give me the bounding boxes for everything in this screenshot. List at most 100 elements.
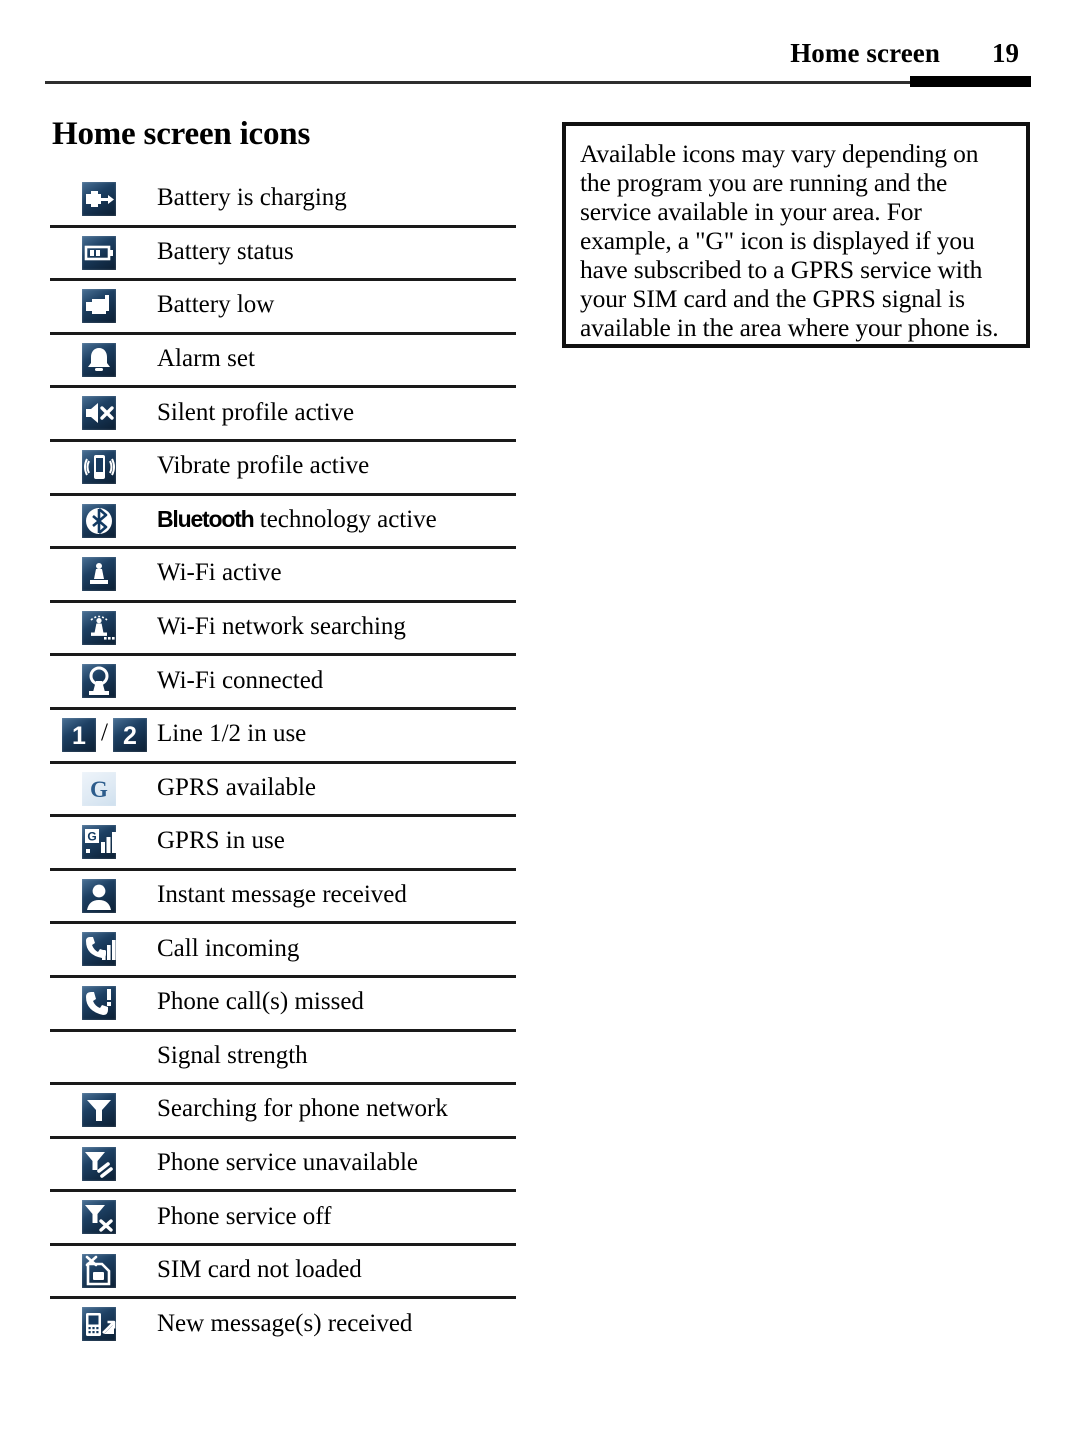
line-one-icon: 1 bbox=[62, 717, 96, 752]
icon-legend-table: Battery is charging Battery status Battery… bbox=[50, 174, 516, 1350]
page-header: Home screen 19 bbox=[0, 0, 1080, 96]
icon-legend-label: Battery low bbox=[157, 291, 275, 319]
alarm-bell-icon bbox=[82, 342, 116, 377]
icon-legend-row: Bluetooth technology active bbox=[50, 496, 516, 550]
line-one-two-icon: 1 / 2 bbox=[62, 717, 158, 752]
icon-legend-row: Wi-Fi network searching bbox=[50, 603, 516, 657]
note-box: Available icons may vary depending on th… bbox=[562, 122, 1030, 348]
icon-legend-row: Instant message received bbox=[50, 871, 516, 925]
icon-legend-label: Line 1/2 in use bbox=[157, 720, 307, 748]
call-incoming-icon bbox=[82, 932, 116, 967]
vibrate-icon bbox=[82, 449, 116, 484]
icon-cell bbox=[50, 1085, 157, 1136]
service-off-icon bbox=[82, 1200, 116, 1235]
wifi-active-icon bbox=[82, 557, 116, 592]
icon-cell bbox=[50, 656, 157, 707]
icon-cell bbox=[50, 871, 157, 922]
icon-legend-row: Battery is charging bbox=[50, 174, 516, 228]
icon-legend-label: Searching for phone network bbox=[157, 1095, 448, 1123]
icon-legend-row: Wi-Fi connected bbox=[50, 656, 516, 710]
icon-legend-label: Phone service unavailable bbox=[157, 1148, 419, 1176]
icon-legend-row: Phone call(s) missed bbox=[50, 978, 516, 1032]
icon-legend-label: Vibrate profile active bbox=[157, 452, 370, 480]
bluetooth-wordmark: Bluetooth bbox=[157, 505, 255, 532]
network-searching-icon bbox=[82, 1093, 116, 1128]
icon-legend-label: Wi-Fi network searching bbox=[157, 613, 406, 641]
battery-status-icon bbox=[82, 235, 116, 270]
icon-legend-row: G GPRS in use bbox=[50, 817, 516, 871]
page-number: 19 bbox=[992, 38, 1019, 68]
icon-legend-label: Phone call(s) missed bbox=[157, 988, 364, 1016]
icon-cell: G bbox=[50, 817, 157, 868]
line-two-icon: 2 bbox=[112, 717, 147, 752]
icon-legend-label: Battery is charging bbox=[157, 184, 347, 212]
icon-legend-row: New message(s) received bbox=[50, 1299, 516, 1350]
wifi-searching-icon bbox=[82, 610, 116, 645]
icon-legend-row: Phone service unavailable bbox=[50, 1139, 516, 1193]
icon-legend-label: Battery status bbox=[157, 237, 294, 265]
service-unavailable-icon bbox=[82, 1146, 116, 1181]
gprs-available-icon: G bbox=[82, 771, 116, 806]
icon-cell: G bbox=[50, 764, 157, 815]
icon-legend-label: New message(s) received bbox=[157, 1309, 413, 1337]
battery-low-icon bbox=[82, 289, 116, 324]
icon-legend-label-rest: technology active bbox=[253, 505, 437, 533]
new-message-icon bbox=[82, 1307, 116, 1342]
header-title: Home screen bbox=[790, 38, 940, 68]
icon-legend-label: Call incoming bbox=[157, 934, 300, 962]
svg-text:G: G bbox=[90, 777, 108, 802]
icon-cell bbox=[50, 1299, 157, 1350]
header-rule-thick bbox=[910, 76, 1031, 87]
note-text: Available icons may vary depending on th… bbox=[580, 139, 999, 342]
icon-legend-row: 1 / 2 Line 1/2 in use bbox=[50, 710, 516, 764]
icon-cell bbox=[50, 924, 157, 975]
icon-legend-row: SIM card not loaded bbox=[50, 1246, 516, 1300]
icon-legend-label: Bluetooth technology active bbox=[157, 507, 437, 535]
icon-cell bbox=[50, 281, 157, 332]
icon-cell bbox=[50, 1032, 157, 1083]
icon-cell bbox=[50, 496, 157, 547]
icon-legend-label: Signal strength bbox=[157, 1041, 308, 1069]
icon-cell bbox=[50, 388, 157, 439]
icon-legend-row: Alarm set bbox=[50, 335, 516, 389]
header-rule-thin bbox=[45, 81, 911, 84]
icon-legend-label: Wi-Fi active bbox=[157, 559, 282, 587]
icon-legend-row: Silent profile active bbox=[50, 388, 516, 442]
speaker-muted-icon bbox=[82, 396, 116, 431]
icon-legend-label: SIM card not loaded bbox=[157, 1256, 362, 1284]
icon-legend-row: Call incoming bbox=[50, 924, 516, 978]
icon-cell bbox=[50, 174, 157, 225]
icon-legend-row: Phone service off bbox=[50, 1192, 516, 1246]
icon-cell bbox=[50, 228, 157, 279]
wifi-connected-icon bbox=[82, 664, 116, 699]
svg-text:G: G bbox=[87, 830, 96, 844]
icon-legend-label: Alarm set bbox=[157, 345, 255, 373]
icon-cell bbox=[50, 1192, 157, 1243]
icon-cell bbox=[50, 335, 157, 386]
icon-cell: 1 / 2 bbox=[50, 710, 157, 761]
icon-legend-row: Vibrate profile active bbox=[50, 442, 516, 496]
icon-legend-row: Searching for phone network bbox=[50, 1085, 516, 1139]
icon-cell bbox=[50, 603, 157, 654]
svg-text:2: 2 bbox=[123, 722, 137, 750]
icon-legend-row: Battery status bbox=[50, 228, 516, 282]
icon-cell bbox=[50, 1246, 157, 1297]
icon-legend-label: GPRS in use bbox=[157, 827, 285, 855]
call-missed-icon bbox=[82, 985, 116, 1020]
icon-legend-label: Wi-Fi connected bbox=[157, 666, 324, 694]
icon-legend-row: Wi-Fi active bbox=[50, 549, 516, 603]
battery-charging-icon bbox=[82, 182, 116, 216]
page-title: Home screen icons bbox=[52, 116, 311, 152]
icon-cell bbox=[50, 442, 157, 493]
svg-text:1: 1 bbox=[72, 722, 86, 750]
icon-legend-label: Silent profile active bbox=[157, 398, 355, 426]
icon-cell bbox=[50, 549, 157, 600]
icon-legend-row: Battery low bbox=[50, 281, 516, 335]
icon-legend-label: Instant message received bbox=[157, 881, 407, 909]
gprs-in-use-icon: G bbox=[82, 825, 116, 860]
bluetooth-icon bbox=[82, 503, 116, 538]
icon-legend-row: G GPRS available bbox=[50, 764, 516, 818]
icon-legend-label: GPRS available bbox=[157, 773, 317, 801]
instant-message-icon bbox=[82, 878, 116, 913]
sim-not-loaded-icon bbox=[82, 1253, 116, 1288]
